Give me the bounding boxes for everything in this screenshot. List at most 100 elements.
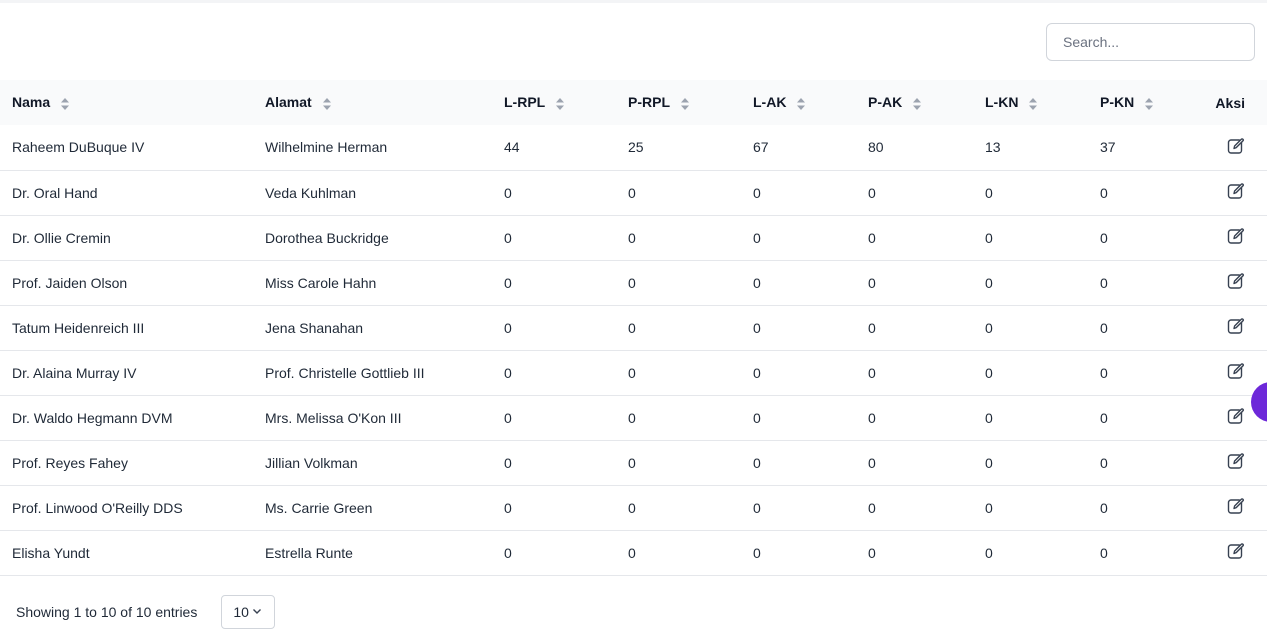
table-cell-p-kn: 0 [1100,319,1108,336]
edit-icon[interactable] [1227,272,1245,290]
table-cell-aksi [1205,125,1267,170]
table-cell-alamat: Jena Shanahan [265,319,364,336]
table-cell-aksi [1205,530,1267,575]
column-header-alamat[interactable]: Alamat [253,80,492,125]
table-cell-l-rpl: 0 [504,229,512,246]
column-header-label: L-AK [753,94,787,111]
table-cell-l-rpl: 0 [504,364,512,381]
table-cell-p-rpl: 0 [628,544,636,561]
table-row: Dr. Alaina Murray IV Prof. Christelle Got… [0,350,1267,395]
table-cell-alamat: Miss Carole Hahn [265,274,377,291]
table-cell-aksi [1205,485,1267,530]
column-header-label: P-AK [868,94,903,111]
sort-icon[interactable] [912,97,922,111]
table-cell-aksi [1205,260,1267,305]
column-header-p-ak[interactable]: P-AK [856,80,973,125]
column-header-l-kn[interactable]: L-KN [973,80,1088,125]
table-cell-p-rpl: 0 [628,229,636,246]
column-header-l-ak[interactable]: L-AK [741,80,856,125]
table-cell-nama: Tatum Heidenreich III [12,319,145,336]
page-size-select[interactable]: 10 [221,595,275,629]
table-cell-l-ak: 0 [753,409,761,426]
table-cell-l-kn: 0 [985,319,993,336]
edit-icon[interactable] [1227,317,1245,335]
table-cell-l-ak: 0 [753,364,761,381]
column-header-l-rpl[interactable]: L-RPL [492,80,616,125]
table-cell-nama: Prof. Reyes Fahey [12,454,128,471]
edit-icon[interactable] [1227,182,1245,200]
table-cell-nama: Dr. Alaina Murray IV [12,364,137,381]
table-cell-p-kn: 0 [1100,499,1108,516]
sort-icon[interactable] [60,97,70,111]
edit-icon[interactable] [1227,452,1245,470]
table-header-row: Nama Alamat L-RPL P-RPL L-AK P-AK L-KN P-KN Aksi [0,80,1267,125]
table-cell-l-rpl: 0 [504,544,512,561]
table-cell-l-ak: 0 [753,274,761,291]
edit-icon[interactable] [1227,137,1245,155]
table-cell-p-ak: 0 [868,229,876,246]
table-cell-l-ak: 67 [753,139,769,156]
table-cell-p-kn: 0 [1100,364,1108,381]
chevron-down-icon [251,604,263,620]
table-row: Dr. Ollie Cremin Dorothea Buckridge 0 0 0 0 0 0 [0,215,1267,260]
column-header-label: P-RPL [628,94,670,111]
edit-icon[interactable] [1227,227,1245,245]
sort-icon[interactable] [1144,97,1154,111]
top-divider [0,0,1267,3]
page-size-value: 10 [233,604,249,620]
table-cell-l-rpl: 0 [504,184,512,201]
table-cell-l-rpl: 0 [504,319,512,336]
table-cell-alamat: Wilhelmine Herman [265,139,388,156]
table-cell-nama: Prof. Jaiden Olson [12,274,128,291]
table-cell-l-kn: 0 [985,364,993,381]
table-cell-alamat: Mrs. Melissa O'Kon III [265,409,402,426]
column-header-aksi: Aksi [1205,80,1267,125]
table-cell-p-rpl: 0 [628,409,636,426]
table-cell-l-rpl: 0 [504,274,512,291]
table-cell-l-rpl: 0 [504,409,512,426]
data-table: Nama Alamat L-RPL P-RPL L-AK P-AK L-KN P-KN Aksi… [0,80,1267,576]
table-cell-p-ak: 0 [868,319,876,336]
table-cell-l-rpl: 44 [504,139,520,156]
table-cell-p-kn: 0 [1100,454,1108,471]
table-cell-p-kn: 0 [1100,184,1108,201]
sort-icon[interactable] [680,97,690,111]
table-cell-l-kn: 0 [985,544,993,561]
table-cell-aksi [1205,305,1267,350]
table-cell-l-rpl: 0 [504,454,512,471]
table-cell-alamat: Prof. Christelle Gottlieb III [265,364,425,381]
table-cell-p-ak: 0 [868,409,876,426]
table-row: Prof. Linwood O'Reilly DDS Ms. Carrie Gre… [0,485,1267,530]
column-header-p-kn[interactable]: P-KN [1088,80,1205,125]
table-cell-p-rpl: 25 [628,139,644,156]
column-header-label: L-RPL [504,94,546,111]
edit-icon[interactable] [1227,497,1245,515]
sort-icon[interactable] [1028,97,1038,111]
sort-icon[interactable] [555,97,565,111]
column-header-p-rpl[interactable]: P-RPL [616,80,741,125]
table-cell-l-ak: 0 [753,544,761,561]
table-body: Raheem DuBuque IV Wilhelmine Herman 44 25 67… [0,125,1267,575]
table-cell-p-kn: 0 [1100,409,1108,426]
sort-icon[interactable] [796,97,806,111]
table-cell-nama: Dr. Oral Hand [12,184,98,201]
table-cell-l-kn: 0 [985,454,993,471]
column-header-nama[interactable]: Nama [0,80,253,125]
edit-icon[interactable] [1227,407,1245,425]
edit-icon[interactable] [1227,362,1245,380]
column-header-label: Nama [12,94,51,111]
table-cell-l-kn: 0 [985,409,993,426]
table-cell-p-rpl: 0 [628,454,636,471]
table-cell-p-kn: 0 [1100,544,1108,561]
table-cell-l-ak: 0 [753,499,761,516]
search-input[interactable] [1046,23,1255,61]
table-cell-aksi [1205,215,1267,260]
table-cell-p-rpl: 0 [628,499,636,516]
table-row: Prof. Reyes Fahey Jillian Volkman 0 0 0 0 0 0 [0,440,1267,485]
sort-icon[interactable] [322,97,332,111]
table-cell-l-ak: 0 [753,184,761,201]
edit-icon[interactable] [1227,542,1245,560]
table-cell-p-rpl: 0 [628,274,636,291]
table-cell-p-kn: 0 [1100,274,1108,291]
table-cell-aksi [1205,170,1267,215]
